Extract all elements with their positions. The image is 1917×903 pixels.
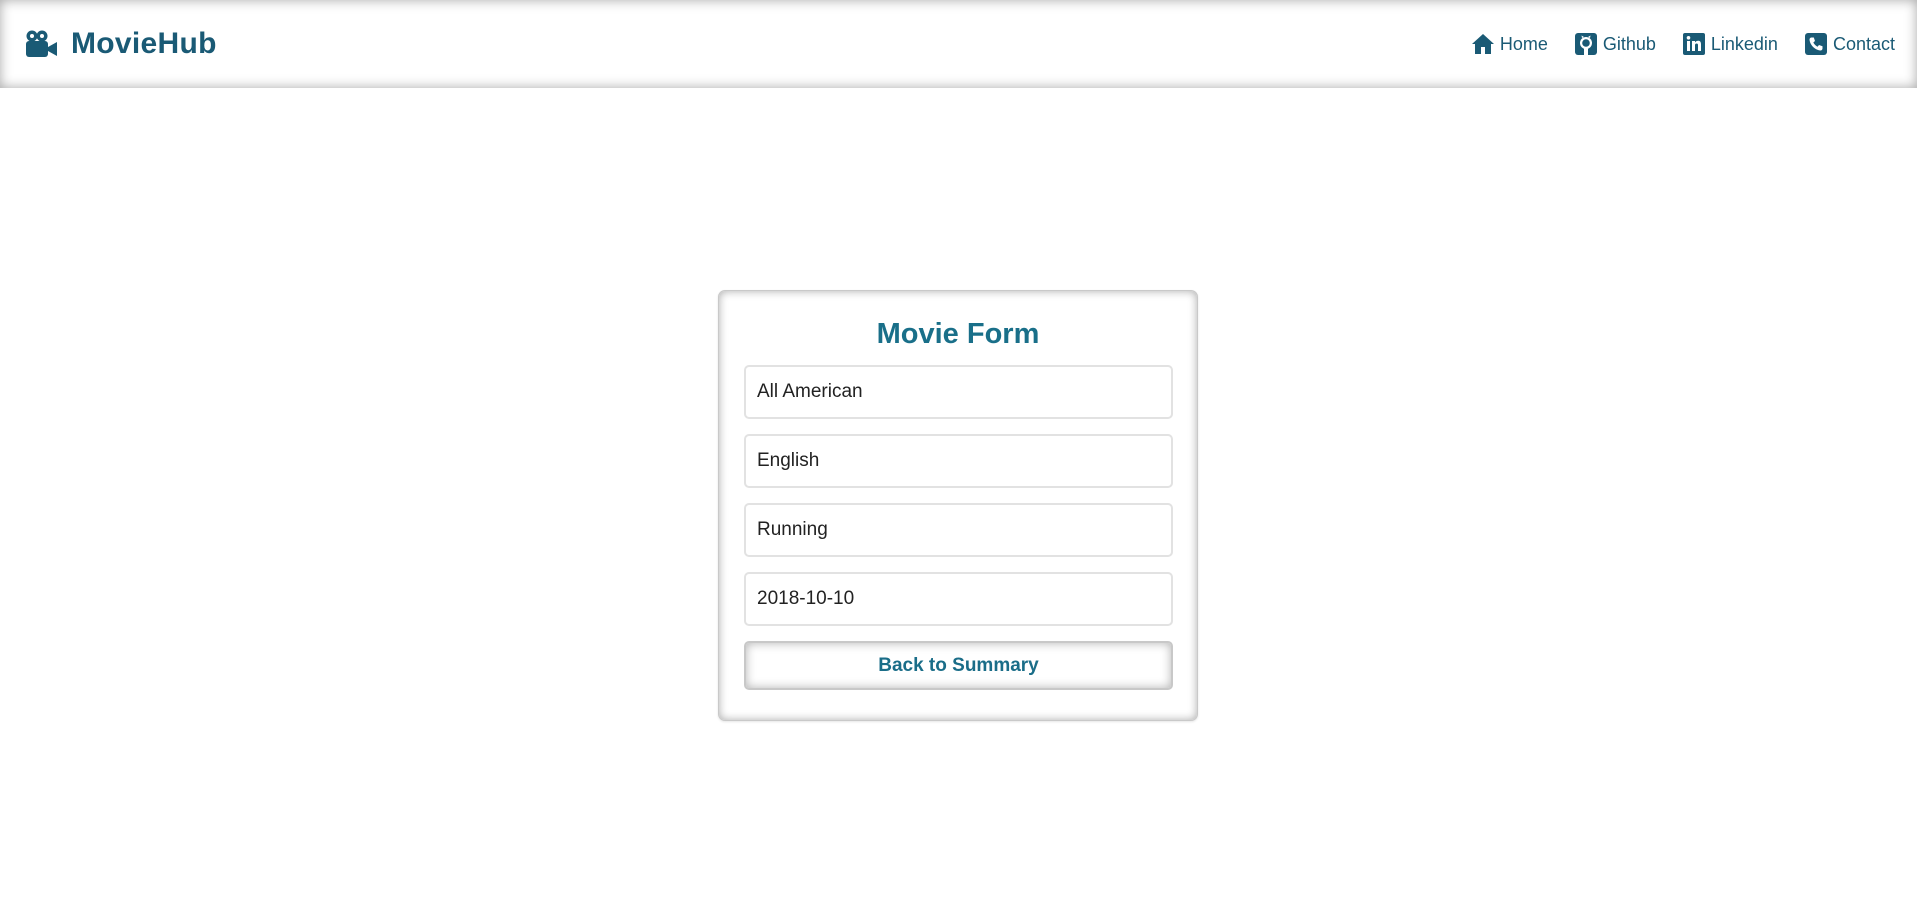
brand-title: MovieHub bbox=[71, 27, 217, 60]
movie-title-input[interactable] bbox=[744, 365, 1173, 419]
linkedin-icon bbox=[1682, 32, 1706, 56]
nav-github[interactable]: Github bbox=[1574, 32, 1656, 56]
date-input[interactable] bbox=[744, 572, 1173, 626]
nav-home-label: Home bbox=[1499, 33, 1548, 54]
brand[interactable]: MovieHub bbox=[25, 27, 217, 61]
status-input[interactable] bbox=[744, 503, 1173, 557]
navbar: MovieHub Home Github Linkedin Contact bbox=[0, 0, 1917, 88]
nav-linkedin[interactable]: Linkedin bbox=[1682, 32, 1778, 56]
nav-linkedin-label: Linkedin bbox=[1710, 33, 1778, 54]
github-icon bbox=[1574, 32, 1598, 56]
nav-contact[interactable]: Contact bbox=[1804, 32, 1895, 56]
phone-icon bbox=[1804, 32, 1828, 56]
video-camera-icon bbox=[25, 30, 58, 58]
language-input[interactable] bbox=[744, 434, 1173, 488]
nav-links: Home Github Linkedin Contact bbox=[1471, 32, 1895, 56]
nav-github-label: Github bbox=[1602, 33, 1656, 54]
back-to-summary-button[interactable]: Back to Summary bbox=[744, 641, 1173, 690]
movie-form-card: Movie Form Back to Summary bbox=[718, 290, 1198, 721]
nav-contact-label: Contact bbox=[1832, 33, 1895, 54]
home-icon bbox=[1471, 32, 1495, 56]
nav-home[interactable]: Home bbox=[1471, 32, 1548, 56]
form-title: Movie Form bbox=[876, 318, 1040, 350]
